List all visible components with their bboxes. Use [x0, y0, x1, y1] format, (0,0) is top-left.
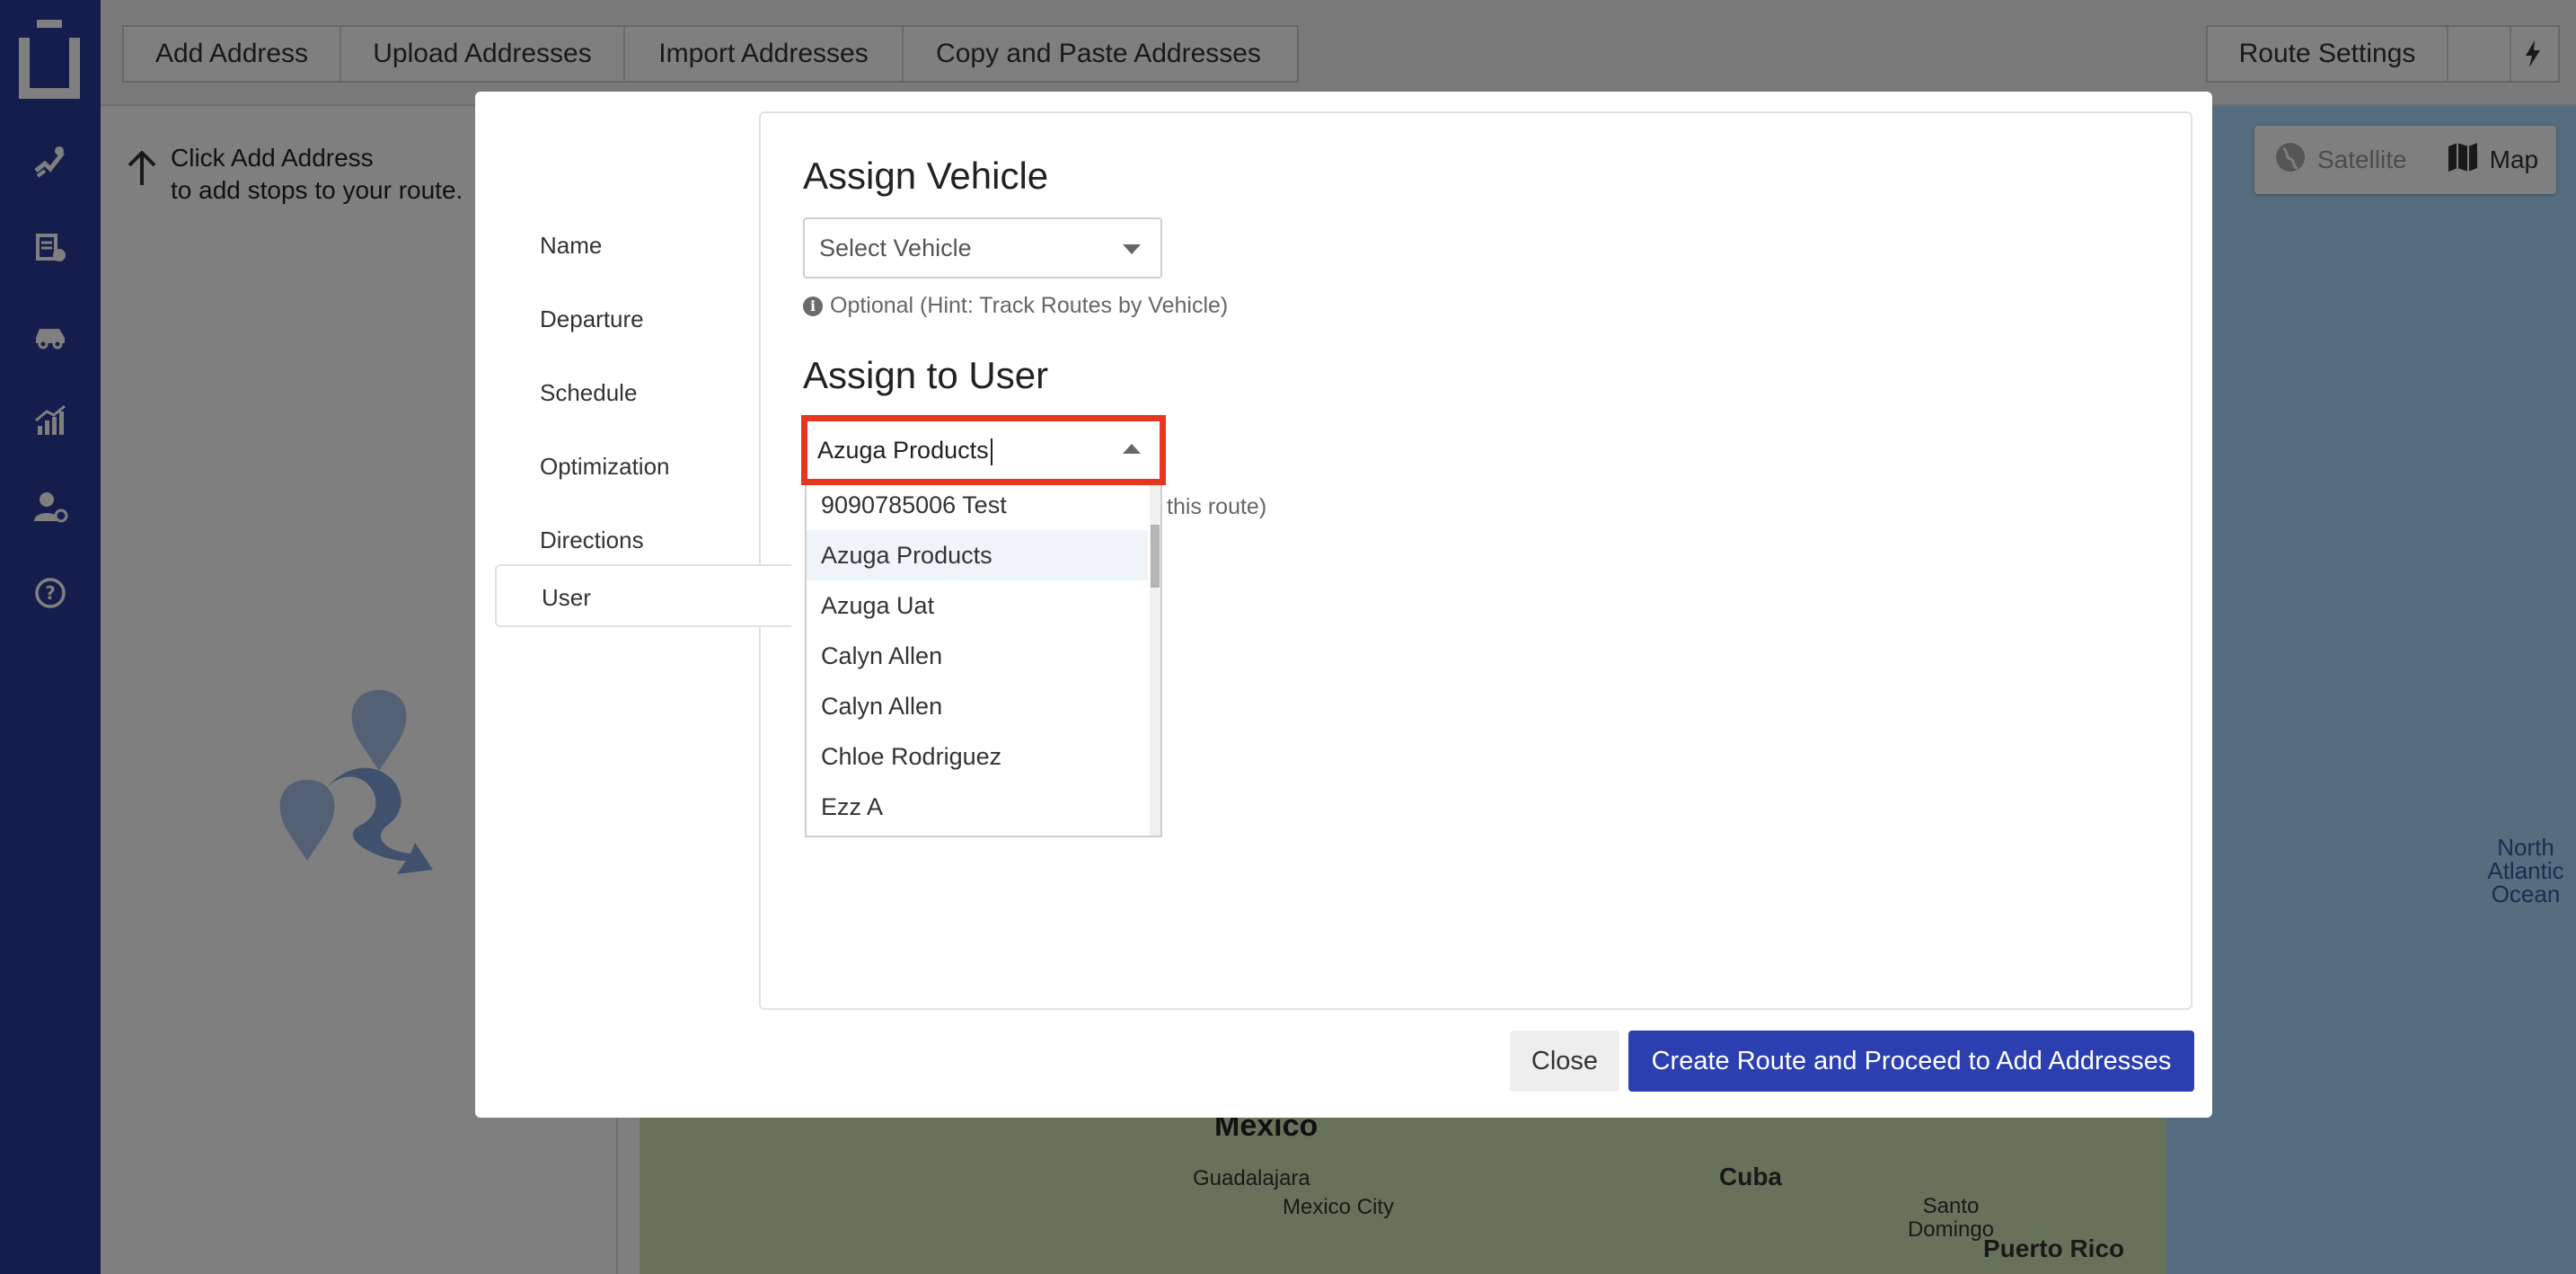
vehicle-select[interactable]: Select Vehicle [803, 217, 1162, 279]
vehicle-help-label: Optional (Hint: Track Routes by Vehicle) [830, 293, 1229, 318]
user-combobox-input[interactable]: Azuga Products [807, 420, 1160, 480]
user-option[interactable]: 9090785006 Test [807, 485, 1148, 530]
close-button[interactable]: Close [1510, 1031, 1619, 1092]
modal-nav-departure[interactable]: Departure [513, 288, 782, 350]
user-option[interactable]: Ezz A [807, 782, 1148, 832]
modal-nav-user[interactable]: User [495, 564, 791, 627]
route-settings-modal: Name Departure Schedule Optimization Dir… [475, 92, 2212, 1118]
chevron-down-icon [1123, 244, 1141, 254]
modal-nav-optimization[interactable]: Optimization [513, 435, 782, 498]
dropdown-scrollbar[interactable] [1150, 485, 1160, 836]
user-option-selected[interactable]: Azuga Products [807, 530, 1148, 580]
vehicle-select-placeholder: Select Vehicle [819, 234, 972, 261]
assign-vehicle-title: Assign Vehicle [803, 155, 1049, 197]
user-option[interactable]: Chloe Rodriguez [807, 731, 1148, 782]
user-help-text: this route) [1167, 494, 1266, 520]
assign-user-title: Assign to User [803, 354, 1049, 396]
user-dropdown-list: 9090785006 Test Azuga Products Azuga Uat… [805, 483, 1162, 837]
modal-nav-directions[interactable]: Directions [513, 509, 782, 571]
modal-nav-schedule[interactable]: Schedule [513, 361, 782, 424]
user-combobox-value: Azuga Products [817, 437, 989, 464]
chevron-up-icon[interactable] [1123, 444, 1141, 454]
scrollbar-thumb[interactable] [1151, 525, 1160, 588]
vehicle-help-text: i Optional (Hint: Track Routes by Vehicl… [803, 293, 1228, 319]
modal-nav-name[interactable]: Name [513, 214, 782, 277]
text-cursor [990, 438, 992, 465]
create-route-button[interactable]: Create Route and Proceed to Add Addresse… [1628, 1031, 2194, 1092]
info-icon: i [803, 296, 823, 316]
user-help-label: this route) [1167, 494, 1267, 519]
user-option[interactable]: Calyn Allen [807, 631, 1148, 681]
user-option[interactable]: Azuga Uat [807, 580, 1148, 631]
user-option[interactable]: Calyn Allen [807, 681, 1148, 731]
